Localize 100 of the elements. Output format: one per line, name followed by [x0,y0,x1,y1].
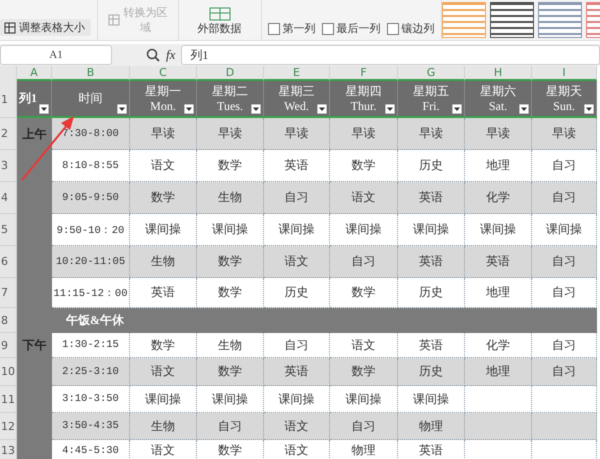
time-cell: 3:50-4:35 [52,413,130,440]
filter-dropdown-icon [317,104,327,114]
column-header[interactable]: F [330,66,398,81]
column-header[interactable]: D [197,66,264,81]
function-label[interactable]: fx [166,47,176,63]
table-cell: 自习 [532,182,597,214]
table-style-thumbnail[interactable] [442,2,486,38]
filter-dropdown-icon [452,104,462,114]
table-cell: 课间操 [330,214,398,246]
table-cell: 历史 [398,358,465,386]
section-cell: 上午 [17,118,52,150]
time-cell: 7:30-8:00 [52,118,130,150]
table-cell: 课间操 [465,214,532,246]
time-cell: 10:20-11:05 [52,246,130,278]
table-cell: 课间操 [532,214,597,246]
filter-dropdown-icon [385,104,395,114]
table-cell: 英语 [264,150,330,182]
time-cell: 11:15-12：00 [52,278,130,308]
row-number[interactable]: 13 [0,440,17,459]
checkbox-option[interactable]: 镶边列 [386,21,434,36]
filter-dropdown-icon [251,104,261,114]
table-cell: 数学 [330,358,398,386]
row-number[interactable]: 3 [0,150,17,182]
table-cell: 英语 [398,182,465,214]
table-cell: 自习 [197,413,264,440]
row-number[interactable]: 11 [0,386,17,413]
time-cell: 1:30-2:15 [52,333,130,358]
column-header[interactable]: C [130,66,197,81]
table-style-thumbnail[interactable] [538,2,582,38]
table-cell: 历史 [264,278,330,308]
header-text: 星期三 Wed. [278,84,314,113]
column-header[interactable]: E [264,66,330,81]
filter-dropdown-icon [117,104,127,114]
zoom-icon [146,48,160,62]
table-cell: 生物 [197,333,264,358]
table-cell: 历史 [398,150,465,182]
column-header[interactable]: H [465,66,532,81]
table-style-thumbnail[interactable] [490,2,534,38]
table-cell: 英语 [264,358,330,386]
header-text: 星期一 Mon. [145,84,181,113]
time-cell: 3:10-3:50 [52,386,130,413]
row-number[interactable]: 8 [0,308,17,333]
table-cell: 数学 [330,150,398,182]
ribbon-button[interactable]: 调整表格大小 [0,19,92,36]
header-text: 星期四 Thur. [346,84,382,113]
header-text: 星期五 Fri. [413,84,449,113]
table-cell: 英语 [465,246,532,278]
table-cell: 早读 [264,118,330,150]
row-number[interactable]: 6 [0,246,17,278]
column-header[interactable]: A [17,66,52,81]
table-cell: 语文 [330,182,398,214]
table-cell: 化学 [465,182,532,214]
column-header[interactable]: I [532,66,597,81]
row-number[interactable]: 7 [0,278,17,308]
table-cell: 自习 [264,333,330,358]
table-cell: 地理 [465,358,532,386]
table-cell: 化学 [465,333,532,358]
filter-dropdown-icon [184,104,194,114]
external-data-button[interactable]: 外部数据 [184,7,254,36]
table-cell: 数学 [197,278,264,308]
table-cell: 语文 [330,333,398,358]
name-box[interactable]: A1 [0,45,112,65]
table-cell: 数学 [197,246,264,278]
header-text: 列1 [19,91,37,106]
table-cell: 早读 [398,118,465,150]
filter-dropdown-icon [519,104,529,114]
time-cell: 2:25-3:10 [52,358,130,386]
column-header[interactable]: B [52,66,130,81]
table-cell: 自习 [532,246,597,278]
table-grid-icon [208,7,230,21]
formula-field[interactable]: 列1 [181,45,600,65]
table-icon [4,22,16,34]
table-cell: 语文 [130,358,197,386]
table-cell: 早读 [130,118,197,150]
time-cell: 9:50-10：20 [52,214,130,246]
table-cell: 课间操 [264,214,330,246]
table-cell: 地理 [465,278,532,308]
row-number[interactable]: 4 [0,182,17,214]
table-cell: 课间操 [398,214,465,246]
break-row-cell: 午饭&午休 [52,308,597,333]
row-number[interactable]: 2 [0,118,17,150]
table-cell: 物理 [398,413,465,440]
table-cell: 课间操 [197,386,264,413]
time-cell: 8:10-8:55 [52,150,130,182]
header-text: 时间 [78,91,102,106]
row-number[interactable]: 1 [0,81,17,118]
checkbox-option[interactable]: 最后一列 [322,21,380,36]
checkbox-option[interactable]: 第一列 [268,21,316,36]
row-number[interactable]: 5 [0,214,17,246]
row-number[interactable]: 12 [0,413,17,440]
row-number[interactable]: 9 [0,333,17,358]
table-cell: 早读 [330,118,398,150]
table-cell: 数学 [130,333,197,358]
table-cell: 英语 [398,246,465,278]
row-number[interactable]: 10 [0,358,17,386]
table-cell: 课间操 [130,386,197,413]
section-cell: 下午 [17,333,52,358]
section-cell [17,440,52,459]
column-header[interactable]: G [398,66,465,81]
table-cell: 英语 [130,278,197,308]
